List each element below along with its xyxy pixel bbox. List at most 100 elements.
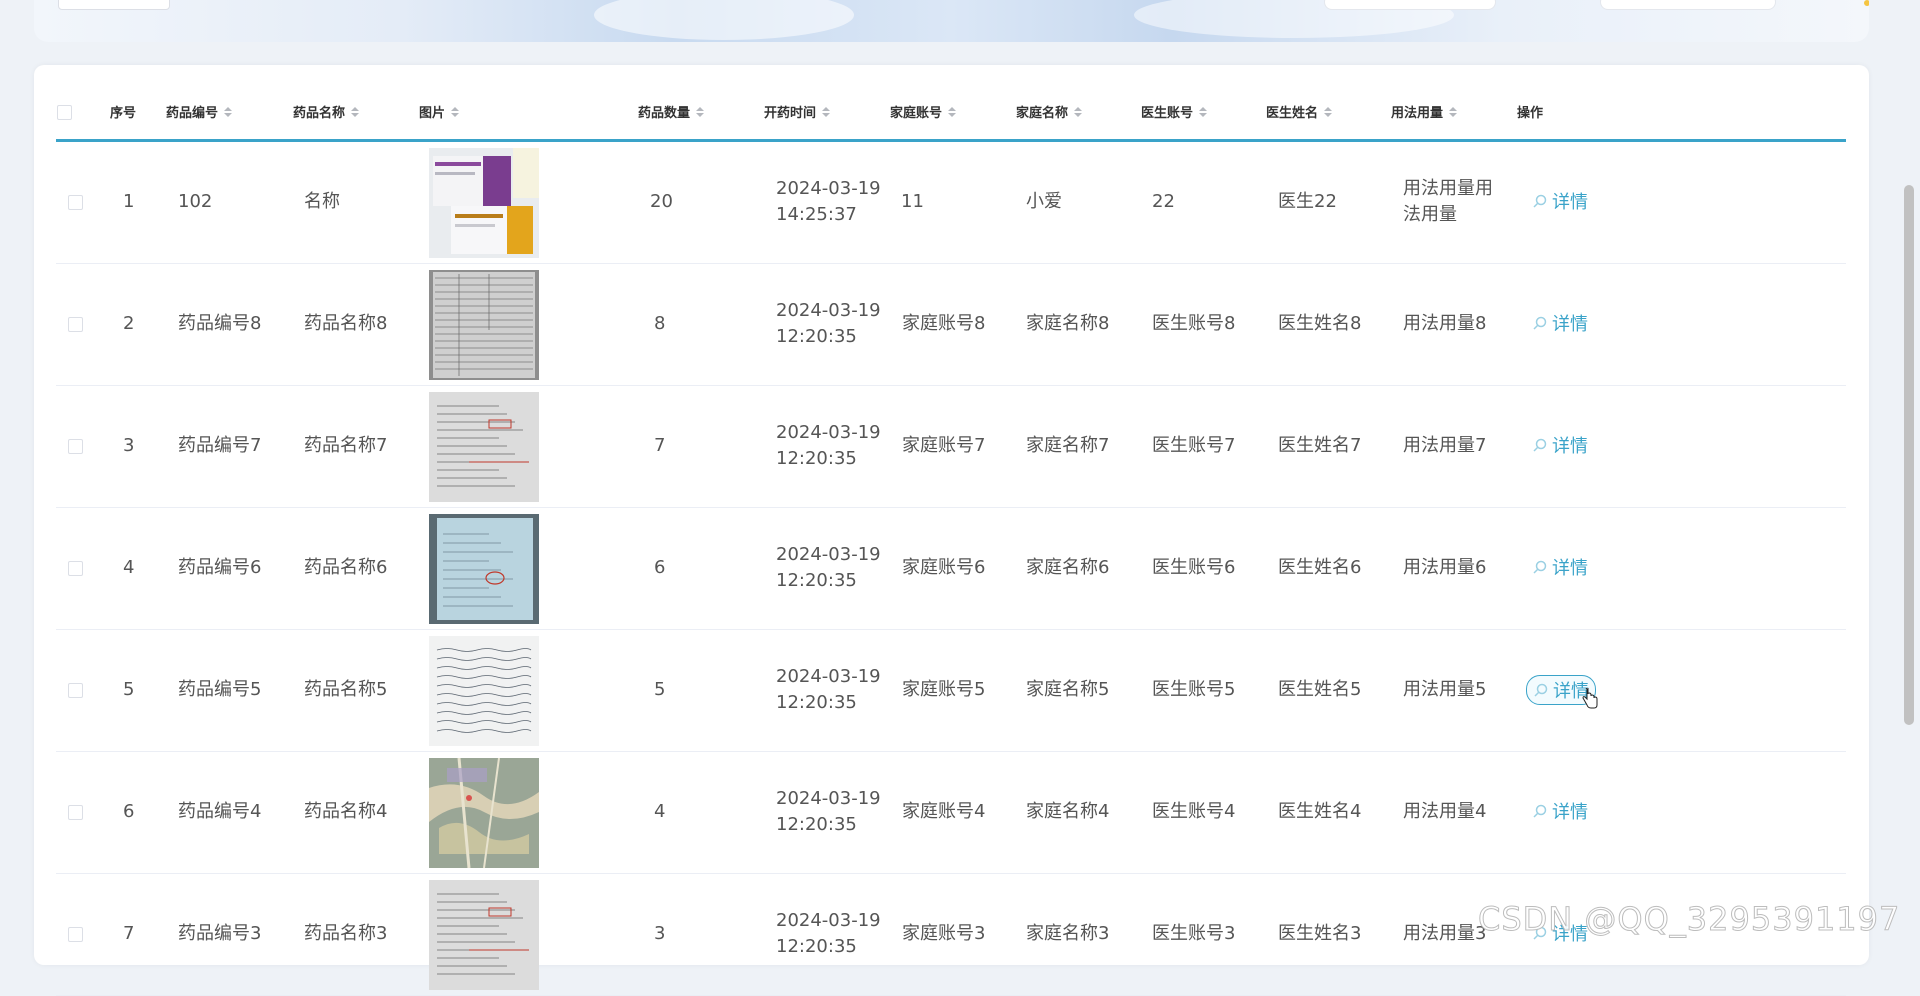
cell-quantity: 5 [654,679,666,700]
medicine-image[interactable] [429,514,539,624]
row-checkbox[interactable] [68,561,83,576]
sort-icon[interactable] [1074,106,1083,117]
select-all-checkbox[interactable] [57,105,72,120]
row-checkbox[interactable] [68,805,83,820]
header-quantity[interactable]: 药品数量 [638,102,705,121]
cell-doctor-name: 医生姓名8 [1278,313,1362,334]
cell-index: 3 [123,435,135,456]
cell-clock: 14:25:37 [776,204,857,225]
cell-family-account: 家庭账号7 [902,435,986,456]
medicine-image[interactable] [429,270,539,380]
detail-label: 详情 [1552,314,1588,335]
sort-icon[interactable] [1199,106,1208,117]
cell-doctor-name: 医生22 [1278,191,1337,212]
table-row[interactable]: 5 药品编号5 药品名称5 5 2024-03-19 12:20:35 家庭账号… [56,630,1846,752]
medicine-image[interactable] [429,148,539,258]
detail-button[interactable]: 详情 [1526,431,1594,459]
sort-icon[interactable] [1449,106,1458,117]
sort-icon[interactable] [451,106,460,117]
header-usage[interactable]: 用法用量 [1391,102,1458,121]
detail-label: 详情 [1552,802,1588,823]
header-name[interactable]: 药品名称 [293,102,360,121]
detail-button[interactable]: 详情 [1526,309,1594,337]
table-row[interactable]: 4 药品编号6 药品名称6 6 2024-03-19 12:20:35 家庭账号… [56,508,1846,630]
cell-time: 2024-03-19 12:20:35 [776,664,886,716]
cell-date: 2024-03-19 [776,300,881,321]
header-doctor-account[interactable]: 医生账号 [1141,102,1208,121]
row-checkbox[interactable] [68,927,83,942]
cell-family-name: 小爱 [1026,191,1062,212]
medicine-image[interactable] [429,758,539,868]
cell-family-name: 家庭名称8 [1026,313,1110,334]
cell-family-account: 家庭账号3 [902,923,986,944]
cell-quantity: 3 [654,923,666,944]
cell-date: 2024-03-19 [776,422,881,443]
sort-icon[interactable] [696,106,705,117]
header-family-account[interactable]: 家庭账号 [890,102,957,121]
cell-clock: 12:20:35 [776,692,857,713]
cell-time: 2024-03-19 14:25:37 [776,176,886,228]
sort-icon[interactable] [948,106,957,117]
cell-time: 2024-03-19 12:20:35 [776,542,886,594]
detail-button[interactable]: 详情 [1526,553,1594,581]
table-header: 序号 药品编号 药品名称 图片 药品数量 开药时间 家庭账号 家庭名称 医生账号… [56,65,1846,142]
row-checkbox[interactable] [68,683,83,698]
cell-date: 2024-03-19 [776,910,881,931]
cell-usage: 用法用量7 [1403,435,1487,456]
header-family-name[interactable]: 家庭名称 [1016,102,1083,121]
vertical-scrollbar[interactable] [1904,185,1914,725]
table-body: 1 102 名称 20 2024-03-19 14:25:37 11 小爱 22… [56,142,1846,996]
medicine-image[interactable] [429,880,539,990]
action-button[interactable] [1600,0,1776,10]
cell-doctor-account: 医生账号5 [1152,679,1236,700]
detail-button[interactable]: 详情 [1526,187,1594,215]
table-row[interactable]: 2 药品编号8 药品名称8 8 2024-03-19 12:20:35 家庭账号… [56,264,1846,386]
table-row[interactable]: 3 药品编号7 药品名称7 7 2024-03-19 12:20:35 家庭账号… [56,386,1846,508]
top-banner [34,0,1869,42]
cell-index: 7 [123,923,135,944]
cell-quantity: 6 [654,557,666,578]
cell-name: 药品名称3 [304,923,388,944]
cell-doctor-account: 医生账号7 [1152,435,1236,456]
cell-clock: 12:20:35 [776,448,857,469]
sort-icon[interactable] [1324,106,1333,117]
table-row[interactable]: 6 药品编号4 药品名称4 4 2024-03-19 12:20:35 家庭账号… [56,752,1846,874]
cell-time: 2024-03-19 12:20:35 [776,908,886,960]
cell-doctor-name: 医生姓名4 [1278,801,1362,822]
cell-code: 药品编号7 [178,435,262,456]
cell-doctor-name: 医生姓名6 [1278,557,1362,578]
row-checkbox[interactable] [68,317,83,332]
header-image[interactable]: 图片 [419,102,460,121]
row-checkbox[interactable] [68,439,83,454]
medicine-image[interactable] [429,392,539,502]
cell-family-name: 家庭名称7 [1026,435,1110,456]
cell-index: 6 [123,801,135,822]
cell-doctor-account: 医生账号6 [1152,557,1236,578]
cell-quantity: 20 [650,191,673,212]
table-row[interactable]: 1 102 名称 20 2024-03-19 14:25:37 11 小爱 22… [56,142,1846,264]
cell-family-name: 家庭名称4 [1026,801,1110,822]
search-icon [1533,560,1547,574]
search-icon [1533,438,1547,452]
cell-name: 药品名称6 [304,557,388,578]
header-code[interactable]: 药品编号 [166,102,233,121]
search-button[interactable] [58,0,170,10]
header-doctor-name[interactable]: 医生姓名 [1266,102,1333,121]
cell-doctor-name: 医生姓名7 [1278,435,1362,456]
cell-clock: 12:20:35 [776,326,857,347]
detail-button[interactable]: 详情 [1526,797,1594,825]
sort-icon[interactable] [351,106,360,117]
header-time[interactable]: 开药时间 [764,102,831,121]
sort-icon[interactable] [822,106,831,117]
cell-family-account: 家庭账号4 [902,801,986,822]
sort-icon[interactable] [224,106,233,117]
hand-cursor-icon [1582,688,1598,709]
row-checkbox[interactable] [68,195,83,210]
table-card: 序号 药品编号 药品名称 图片 药品数量 开药时间 家庭账号 家庭名称 医生账号… [34,65,1869,996]
cell-name: 药品名称5 [304,679,388,700]
cell-date: 2024-03-19 [776,544,881,565]
watermark: CSDN @QQ_3295391197 [1477,900,1901,939]
cell-code: 药品编号8 [178,313,262,334]
medicine-image[interactable] [429,636,539,746]
action-button[interactable] [1324,0,1496,10]
